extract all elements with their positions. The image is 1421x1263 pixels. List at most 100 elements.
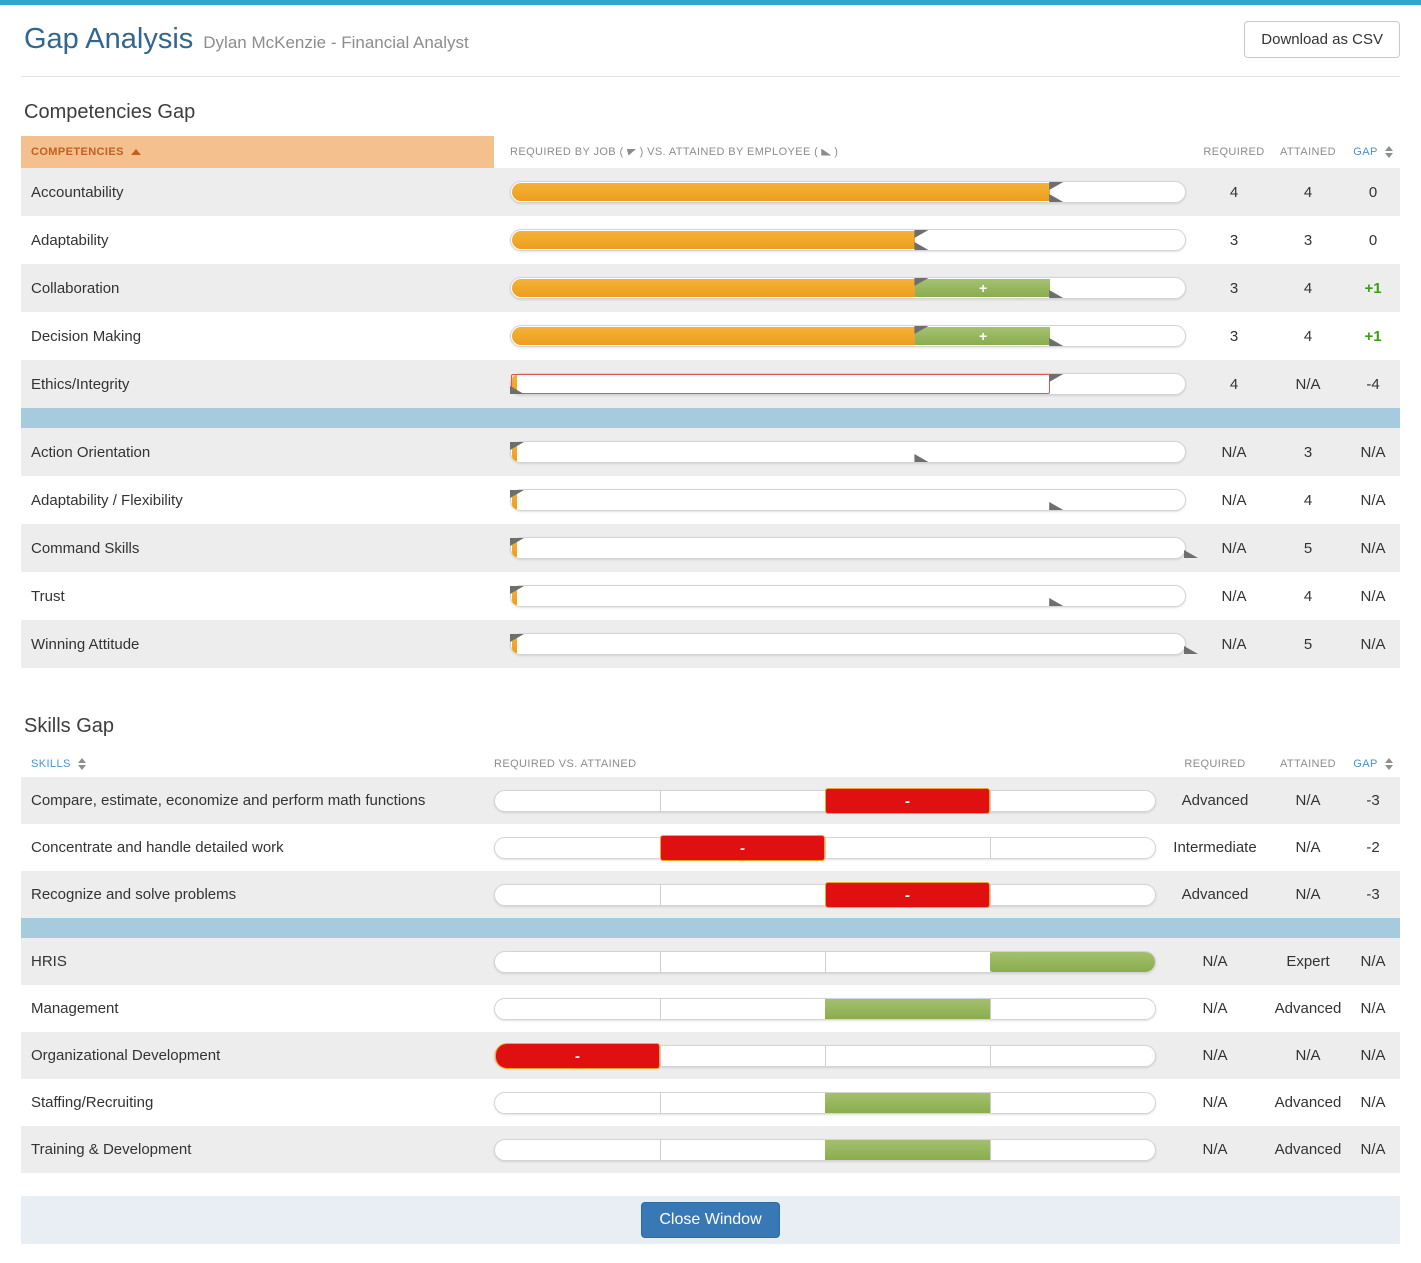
gap-value: +1 (1346, 280, 1400, 297)
attained-flag-marker (1049, 290, 1063, 298)
required-value: N/A (1160, 1141, 1270, 1158)
page-title: Gap Analysis (24, 23, 193, 56)
attained-col-header: ATTAINED (1270, 758, 1346, 770)
required-flag-marker (510, 442, 524, 450)
close-window-button[interactable]: Close Window (641, 1202, 779, 1238)
competency-bar-cell (494, 620, 1198, 668)
attained-value: 4 (1270, 328, 1346, 345)
page-subtitle: Dylan McKenzie - Financial Analyst (203, 33, 469, 53)
competency-bar-track (510, 181, 1186, 203)
segment-divider (660, 952, 661, 972)
required-flag-marker (510, 538, 524, 546)
deficit-block: - (660, 835, 825, 861)
skill-name: HRIS (21, 953, 494, 970)
skills-sort-header[interactable]: SKILLS (21, 758, 494, 770)
skill-bar-cell: - (494, 824, 1160, 871)
required-flag-marker (914, 230, 928, 238)
gap-value: N/A (1346, 444, 1400, 461)
skill-bar-track: - (494, 790, 1156, 812)
competency-bar-track: + (510, 277, 1186, 299)
segment-divider (990, 1093, 991, 1113)
skill-bar-track: - (494, 1045, 1156, 1067)
segment-divider (825, 952, 826, 972)
table-row: Compare, estimate, economize and perform… (21, 777, 1400, 824)
competency-name: Collaboration (21, 280, 494, 297)
segment-divider (660, 791, 661, 811)
table-row: Accountability440 (21, 168, 1400, 216)
gap-value: -3 (1346, 792, 1400, 809)
competencies-bar-col-header: REQUIRED BY JOB ( ) VS. ATTAINED BY EMPL… (494, 146, 1198, 158)
required-flag-marker (510, 586, 524, 594)
competency-bar-cell: + (494, 312, 1198, 360)
attained-value: Advanced (1270, 1094, 1346, 1111)
attained-value: N/A (1270, 792, 1346, 809)
required-value: 4 (1198, 184, 1270, 201)
required-value: 3 (1198, 280, 1270, 297)
segment-divider (990, 1046, 991, 1066)
required-fill-bar (512, 183, 1050, 201)
competencies-sort-header[interactable]: COMPETENCIES (21, 136, 494, 168)
required-value: N/A (1198, 444, 1270, 461)
sort-both-icon (1385, 146, 1393, 158)
table-row: Action OrientationN/A3N/A (21, 428, 1400, 476)
competency-name: Adaptability / Flexibility (21, 492, 494, 509)
required-value: Advanced (1160, 886, 1270, 903)
attained-block (825, 1140, 990, 1160)
gap-value: N/A (1346, 953, 1400, 970)
gap-value: -3 (1346, 886, 1400, 903)
required-value: N/A (1160, 1094, 1270, 1111)
skill-bar-cell: - (494, 871, 1160, 918)
competency-name: Adaptability (21, 232, 494, 249)
separator-band (21, 408, 1400, 428)
skill-name: Concentrate and handle detailed work (21, 839, 494, 856)
skills-bar-col-header: REQUIRED VS. ATTAINED (494, 758, 1160, 770)
skill-bar-cell: - (494, 1032, 1160, 1079)
gap-value: 0 (1346, 232, 1400, 249)
segment-divider (990, 999, 991, 1019)
download-csv-button[interactable]: Download as CSV (1244, 21, 1400, 58)
attained-value: N/A (1270, 1047, 1346, 1064)
competency-bar-track: + (510, 325, 1186, 347)
required-value: N/A (1160, 1047, 1270, 1064)
table-row: Training & DevelopmentN/AAdvancedN/A (21, 1126, 1400, 1173)
skills-table-header: SKILLS REQUIRED VS. ATTAINED REQUIRED AT… (21, 750, 1400, 777)
skill-bar-cell (494, 1079, 1160, 1126)
required-col-header: REQUIRED (1160, 758, 1270, 770)
table-row: TrustN/A4N/A (21, 572, 1400, 620)
attained-flag-marker (1049, 502, 1063, 510)
required-flag-icon (627, 149, 637, 156)
segment-divider (660, 999, 661, 1019)
competency-name: Decision Making (21, 328, 494, 345)
table-row: Adaptability330 (21, 216, 1400, 264)
table-row: Recognize and solve problems-AdvancedN/A… (21, 871, 1400, 918)
attained-value: N/A (1270, 886, 1346, 903)
competency-bar-track (510, 441, 1186, 463)
deficit-block: - (495, 1043, 660, 1069)
attained-block (990, 952, 1155, 972)
gap-value: -4 (1346, 376, 1400, 393)
skill-name: Compare, estimate, economize and perform… (21, 792, 494, 809)
skill-bar-cell: - (494, 777, 1160, 824)
required-value: Intermediate (1160, 839, 1270, 856)
gap-value: N/A (1346, 1047, 1400, 1064)
skill-name: Management (21, 1000, 494, 1017)
gap-value: N/A (1346, 588, 1400, 605)
required-fill-bar (512, 231, 915, 249)
gap-sort-header[interactable]: GAP (1346, 146, 1400, 158)
competencies-rows: Accountability440Adaptability330Collabor… (21, 168, 1400, 668)
required-value: 3 (1198, 328, 1270, 345)
skill-bar-track: - (494, 837, 1156, 859)
table-row: HRISN/AExpertN/A (21, 938, 1400, 985)
skill-bar-track (494, 1092, 1156, 1114)
competency-name: Command Skills (21, 540, 494, 557)
required-value: Advanced (1160, 792, 1270, 809)
bar-col-label-part: ) VS. ATTAINED BY EMPLOYEE ( (640, 146, 819, 158)
required-flag-marker (1049, 374, 1063, 382)
competency-bar-cell (494, 572, 1198, 620)
attained-flag-icon (821, 149, 831, 156)
table-row: Command SkillsN/A5N/A (21, 524, 1400, 572)
attained-value: Expert (1270, 953, 1346, 970)
deficit-block: - (825, 788, 990, 814)
segment-divider (660, 1140, 661, 1160)
gap-sort-header[interactable]: GAP (1346, 758, 1400, 770)
